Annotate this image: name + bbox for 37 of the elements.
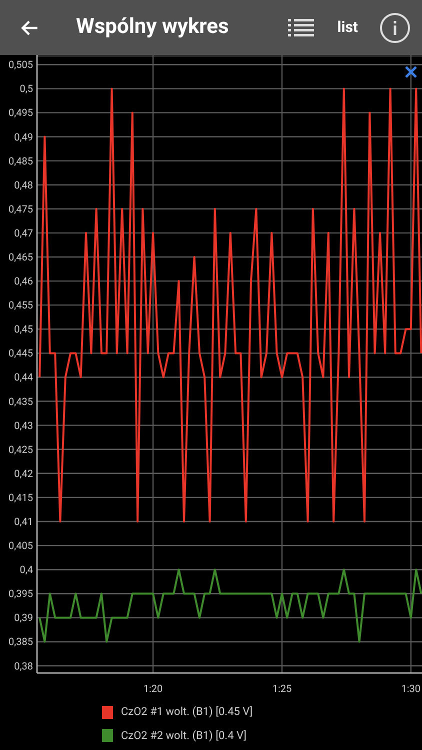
axis-label: 0,46	[14, 276, 33, 288]
info-icon	[393, 20, 397, 34]
axis-label: 0,39	[14, 613, 33, 624]
axis-label: 0,435	[8, 396, 33, 408]
axis-label: 0,44	[14, 372, 33, 384]
axis-label: 0,48	[14, 180, 33, 192]
axis-label: 0,505	[8, 60, 33, 72]
legend-label: CzO2 #1 wolt. (B1) [0.45 V]	[121, 704, 253, 720]
axis-label: 0,41	[14, 517, 33, 528]
list-icon	[287, 16, 316, 38]
axis-label: 0,385	[8, 637, 33, 648]
axis-label: 0,47	[14, 228, 33, 240]
highlight-marker-icon	[404, 66, 418, 78]
axis-label: 0,495	[8, 108, 33, 120]
info-button[interactable]	[380, 12, 410, 42]
axis-label: 0,415	[8, 492, 33, 504]
axis-label: 0,42	[14, 468, 33, 480]
axis-label: 0,405	[8, 541, 33, 552]
axis-label: 1:20	[143, 684, 163, 695]
axis-label: 0,4	[20, 565, 33, 576]
axis-label: 0,49	[14, 132, 33, 144]
list-button[interactable]: list	[335, 16, 360, 39]
axis-label: 0,45	[14, 324, 33, 336]
legend-label: CzO2 #2 wolt. (B1) [0.4 V]	[121, 728, 247, 744]
axis-label: 0,395	[8, 589, 33, 600]
axis-label: 1:30	[401, 684, 421, 695]
axis-label: 0,38	[14, 661, 33, 672]
axis-label: 0,455	[8, 300, 33, 312]
axis-label: 0,43	[14, 420, 33, 432]
axis-label: 0,475	[8, 204, 33, 216]
axis-label: 0,485	[8, 156, 33, 168]
axis-label: 0,5	[20, 84, 33, 96]
screen-title: Wspólny wykres	[76, 14, 229, 41]
axis-label: 1:25	[272, 684, 292, 695]
axis-label: 0,425	[8, 444, 33, 456]
axis-label: 0,465	[8, 252, 33, 264]
axis-label: 0,445	[8, 348, 33, 360]
